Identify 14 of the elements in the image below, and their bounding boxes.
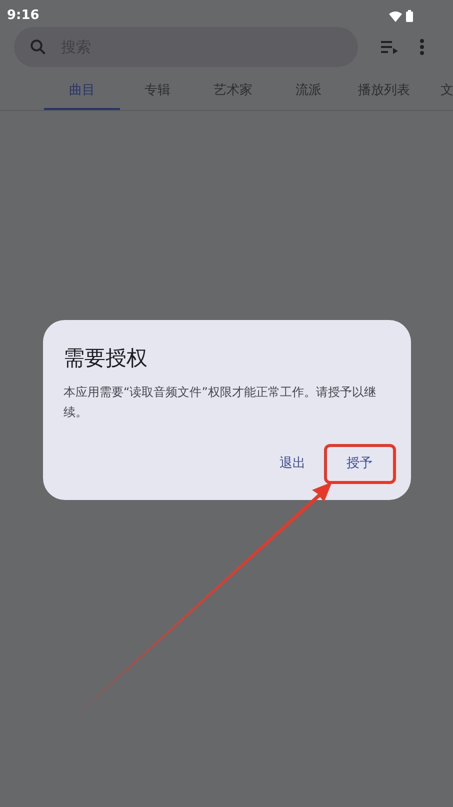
tab[interactable]: 曲目 <box>44 74 120 110</box>
tab[interactable]: 文 <box>422 74 453 110</box>
dialog-button[interactable]: 授予 <box>324 444 396 484</box>
wifi-icon <box>389 10 402 22</box>
search-icon <box>29 38 47 56</box>
tab[interactable]: 播放列表 <box>346 74 422 110</box>
dialog-button[interactable]: 退出 <box>272 444 314 484</box>
tab[interactable]: 流派 <box>270 74 346 110</box>
battery-icon <box>406 10 413 22</box>
dialog-message: 本应用需要“读取音频文件”权限才能正常工作。请授予以继续。 <box>64 384 377 421</box>
status-time: 9:16 <box>7 7 40 26</box>
tab[interactable]: 艺术家 <box>195 74 270 110</box>
tab[interactable]: 专辑 <box>120 74 195 110</box>
dialog-title: 需要授权 <box>64 345 148 372</box>
